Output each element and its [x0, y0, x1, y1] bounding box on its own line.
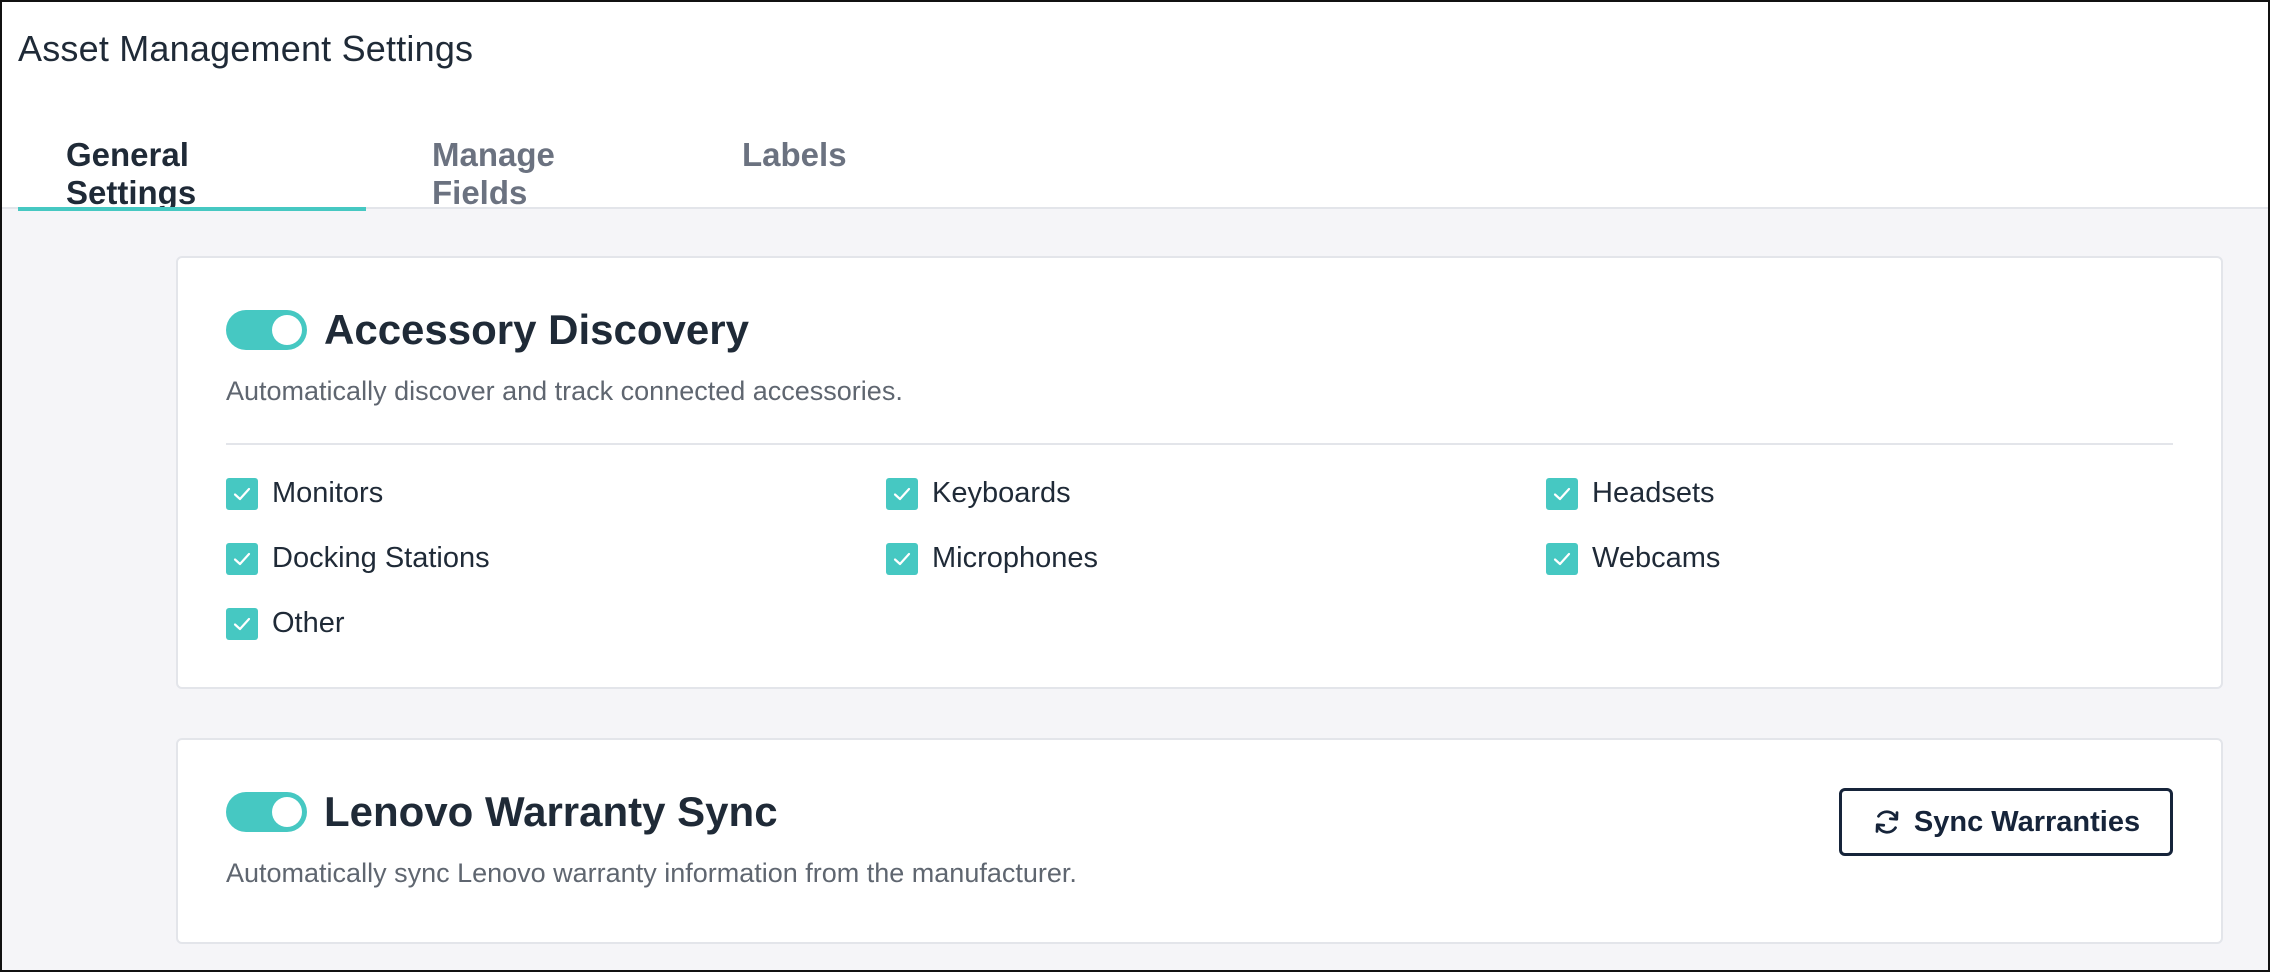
option-label: Docking Stations	[272, 542, 490, 574]
toggle-knob	[272, 315, 302, 345]
option-other[interactable]: Other	[226, 606, 886, 641]
tab-general-settings[interactable]: General Settings	[18, 112, 366, 211]
option-microphones[interactable]: Microphones	[886, 541, 1546, 576]
refresh-icon	[1875, 810, 1899, 834]
option-label: Headsets	[1592, 477, 1715, 509]
tab-bar: General Settings Manage Fields Labels	[18, 112, 896, 211]
accessory-options: Monitors Keyboards Headsets Docking Stat…	[226, 476, 2206, 671]
option-webcams[interactable]: Webcams	[1546, 541, 2206, 576]
accessory-discovery-title: Accessory Discovery	[324, 306, 749, 353]
checkbox-checked[interactable]	[886, 542, 918, 575]
option-label: Monitors	[272, 477, 384, 509]
option-keyboards[interactable]: Keyboards	[886, 476, 1546, 511]
warranty-sync-title: Lenovo Warranty Sync	[324, 788, 778, 835]
check-icon	[893, 552, 911, 565]
sync-warranties-button[interactable]: Sync Warranties	[1839, 788, 2173, 856]
option-label: Other	[272, 607, 345, 639]
page-title: Asset Management Settings	[18, 28, 474, 69]
checkbox-checked[interactable]	[886, 477, 918, 510]
settings-window: Asset Management Settings General Settin…	[0, 0, 2270, 972]
checkbox-checked[interactable]	[1546, 542, 1578, 575]
toggle-knob	[272, 797, 302, 827]
option-label: Microphones	[932, 542, 1099, 574]
check-icon	[1553, 487, 1571, 500]
tab-manage-fields[interactable]: Manage Fields	[366, 112, 696, 211]
checkbox-checked[interactable]	[226, 607, 258, 640]
option-label: Keyboards	[932, 477, 1071, 509]
check-icon	[893, 487, 911, 500]
tab-labels[interactable]: Labels	[696, 112, 896, 209]
option-docking-stations[interactable]: Docking Stations	[226, 541, 886, 576]
accessory-discovery-toggle[interactable]	[226, 310, 307, 350]
divider	[226, 443, 2173, 445]
checkbox-checked[interactable]	[1546, 477, 1578, 510]
accessory-discovery-description: Automatically discover and track connect…	[226, 376, 903, 406]
checkbox-checked[interactable]	[226, 542, 258, 575]
check-icon	[233, 552, 251, 565]
warranty-sync-description: Automatically sync Lenovo warranty infor…	[226, 858, 1077, 888]
check-icon	[233, 617, 251, 630]
option-monitors[interactable]: Monitors	[226, 476, 886, 511]
accessory-discovery-card: Accessory Discovery Automatically discov…	[176, 256, 2223, 689]
check-icon	[1553, 552, 1571, 565]
option-headsets[interactable]: Headsets	[1546, 476, 2206, 511]
option-label: Webcams	[1592, 542, 1721, 574]
header: Asset Management Settings General Settin…	[2, 2, 2268, 211]
check-icon	[233, 487, 251, 500]
checkbox-checked[interactable]	[226, 477, 258, 510]
warranty-sync-toggle[interactable]	[226, 792, 307, 832]
warranty-sync-card: Lenovo Warranty Sync Automatically sync …	[176, 738, 2223, 944]
sync-warranties-label: Sync Warranties	[1913, 805, 2141, 838]
